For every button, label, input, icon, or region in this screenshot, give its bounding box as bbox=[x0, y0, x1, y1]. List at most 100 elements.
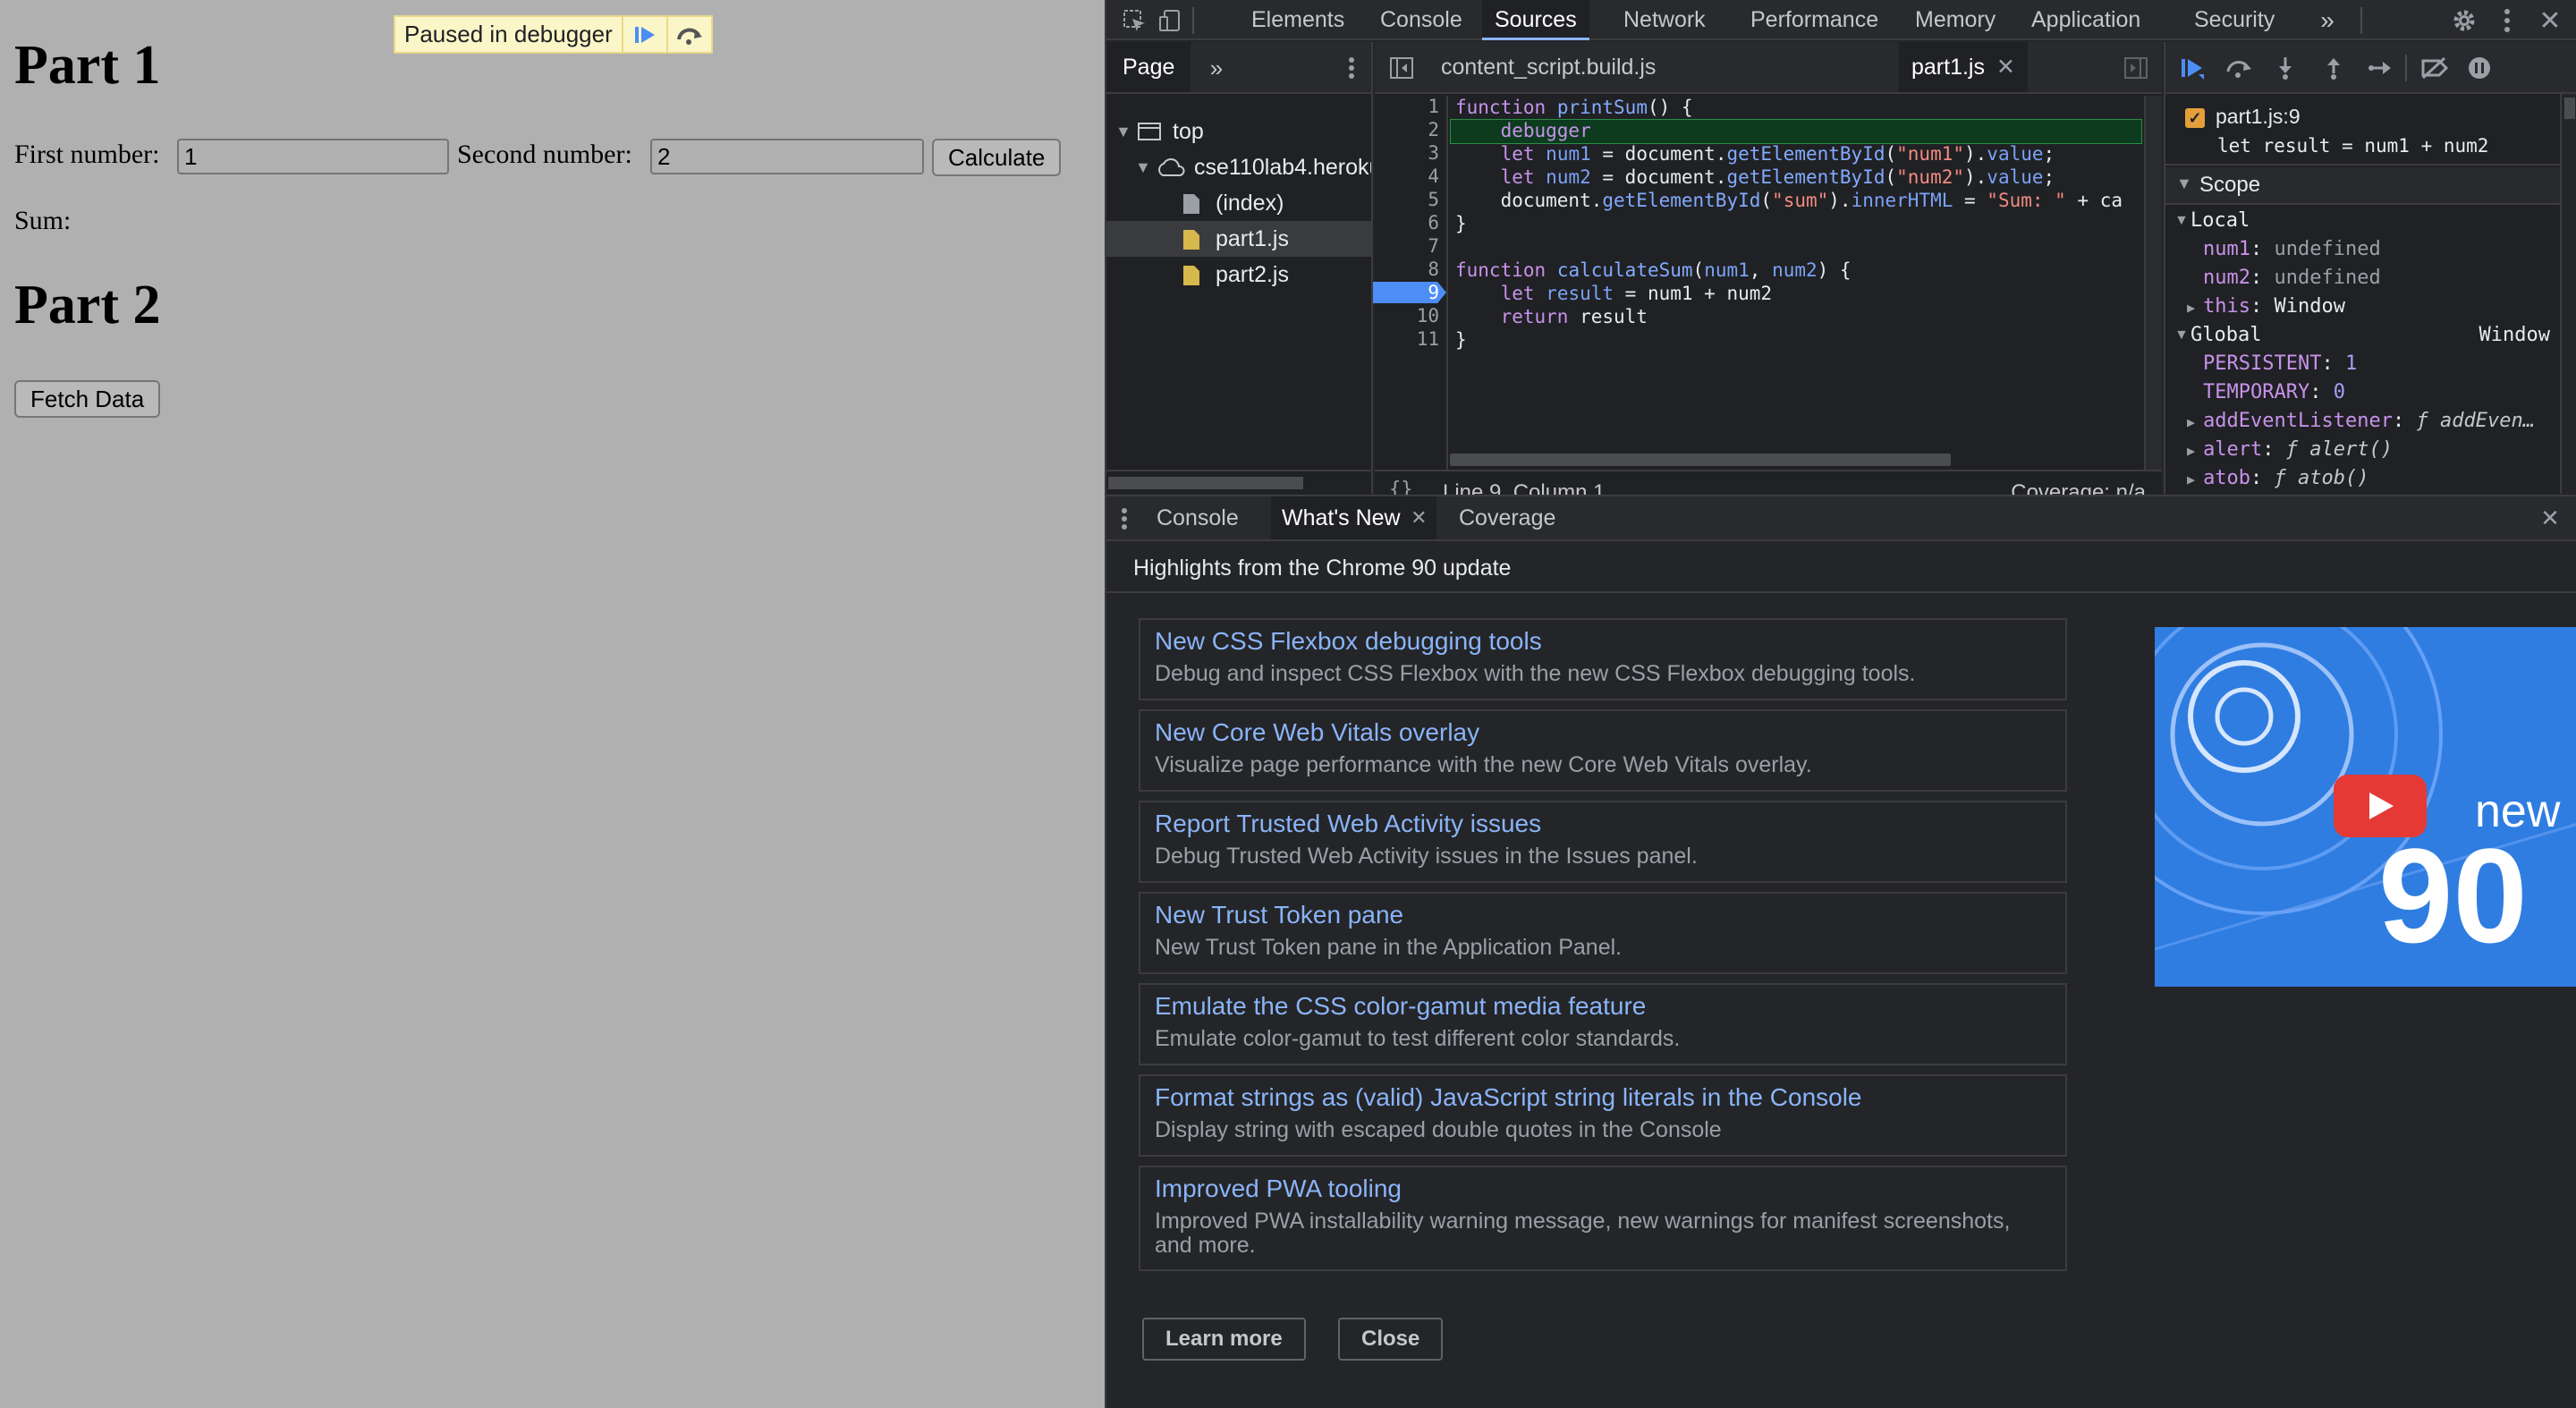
deactivate-breakpoints-icon[interactable] bbox=[2418, 55, 2452, 81]
step-over-button[interactable] bbox=[665, 17, 711, 52]
feature-card[interactable]: Emulate the CSS color-gamut media featur… bbox=[1139, 983, 2067, 1065]
calculate-button[interactable]: Calculate bbox=[932, 139, 1062, 176]
scrollbar-thumb[interactable] bbox=[2564, 98, 2575, 119]
line-number[interactable]: 7 bbox=[1385, 235, 1439, 257]
step-out-icon[interactable] bbox=[2319, 55, 2348, 81]
pause-on-exceptions-icon[interactable] bbox=[2464, 55, 2495, 81]
settings-gear-icon[interactable] bbox=[2448, 4, 2480, 37]
breakpoint-code: let result = num1 + num2 bbox=[2217, 135, 2489, 157]
line-number[interactable]: 11 bbox=[1385, 328, 1439, 350]
expand-arrow-icon: ▶ bbox=[2187, 300, 2204, 316]
chrome-90-video-thumbnail[interactable]: new 90 bbox=[2155, 627, 2576, 987]
drawer-menu-icon[interactable] bbox=[1115, 505, 1133, 532]
feature-title-link[interactable]: New Core Web Vitals overlay bbox=[1155, 718, 1479, 747]
tab-sources[interactable]: Sources bbox=[1482, 0, 1589, 40]
step-icon[interactable] bbox=[2366, 55, 2396, 81]
scope-variable-num2[interactable]: num2: undefined bbox=[2203, 264, 2381, 293]
line-number[interactable]: 6 bbox=[1385, 212, 1439, 233]
first-number-input[interactable] bbox=[177, 139, 449, 174]
close-button[interactable]: Close bbox=[1338, 1318, 1444, 1361]
tab-application[interactable]: Application bbox=[2019, 0, 2153, 40]
scope-variable-this[interactable]: ▶ this: Window bbox=[2187, 293, 2345, 321]
tab-page[interactable]: Page bbox=[1106, 42, 1191, 92]
resume-button[interactable] bbox=[621, 17, 666, 52]
scope-local-header[interactable]: ▼ Local bbox=[2165, 207, 2576, 235]
tab-network[interactable]: Network bbox=[1611, 0, 1718, 40]
close-devtools-icon[interactable]: ✕ bbox=[2534, 4, 2566, 37]
feature-card[interactable]: New Trust Token pane New Trust Token pan… bbox=[1139, 892, 2067, 974]
scrollbar-thumb[interactable] bbox=[1450, 454, 1951, 466]
close-drawer-icon[interactable]: ✕ bbox=[2536, 504, 2564, 532]
editor-horizontal-scrollbar[interactable] bbox=[1450, 450, 2142, 470]
editor-vertical-scrollbar[interactable] bbox=[2144, 96, 2162, 471]
drawer-tab-whats-new[interactable]: What's New ✕ bbox=[1271, 496, 1436, 539]
more-tabs-icon[interactable]: » bbox=[2312, 5, 2343, 36]
customize-menu-icon[interactable] bbox=[2496, 4, 2518, 37]
toggle-navigator-icon[interactable] bbox=[1387, 55, 1416, 81]
tree-item-top[interactable]: ▼ top bbox=[1106, 114, 1371, 149]
tree-item-domain[interactable]: ▼ cse110lab4.herokuapp.com bbox=[1106, 149, 1371, 185]
learn-more-button[interactable]: Learn more bbox=[1142, 1318, 1306, 1361]
feature-title-link[interactable]: Report Trusted Web Activity issues bbox=[1155, 810, 1541, 838]
tab-elements[interactable]: Elements bbox=[1239, 0, 1357, 40]
line-number[interactable]: 4 bbox=[1385, 165, 1439, 187]
line-number[interactable]: 3 bbox=[1385, 142, 1439, 164]
scope-section-header[interactable]: ▼ Scope bbox=[2165, 167, 2576, 205]
feature-title-link[interactable]: Emulate the CSS color-gamut media featur… bbox=[1155, 992, 1646, 1021]
feature-card[interactable]: New Core Web Vitals overlay Visualize pa… bbox=[1139, 709, 2067, 792]
editor-tab-content-script[interactable]: content_script.build.js bbox=[1428, 42, 1668, 92]
scrollbar-thumb[interactable] bbox=[1108, 477, 1303, 489]
drawer-tab-console[interactable]: Console bbox=[1146, 496, 1250, 539]
line-number[interactable]: 8 bbox=[1385, 259, 1439, 280]
inspect-element-icon[interactable] bbox=[1119, 5, 1149, 36]
step-over-icon[interactable] bbox=[2223, 55, 2255, 81]
scope-variable-temporary[interactable]: TEMPORARY: 0 bbox=[2203, 378, 2345, 407]
line-number[interactable]: 1 bbox=[1385, 96, 1439, 117]
breakpoint-checkbox[interactable]: ✓ bbox=[2185, 108, 2205, 128]
toggle-debugger-icon[interactable] bbox=[2121, 55, 2151, 81]
navigator-scrollbar[interactable] bbox=[1106, 470, 1371, 493]
feature-card[interactable]: Improved PWA tooling Improved PWA instal… bbox=[1139, 1166, 2067, 1271]
scope-global-header[interactable]: ▼ Global Window bbox=[2165, 321, 2550, 350]
feature-title-link[interactable]: New Trust Token pane bbox=[1155, 901, 1403, 929]
feature-card[interactable]: Format strings as (valid) JavaScript str… bbox=[1139, 1074, 2067, 1157]
feature-card[interactable]: New CSS Flexbox debugging tools Debug an… bbox=[1139, 618, 2067, 700]
line-number[interactable]: 5 bbox=[1385, 189, 1439, 210]
feature-description: Emulate color-gamut to test different co… bbox=[1155, 1026, 1681, 1051]
scope-variable-alert[interactable]: ▶ alert: ƒ alert() bbox=[2187, 436, 2393, 464]
drawer-tab-coverage[interactable]: Coverage bbox=[1448, 496, 1566, 539]
second-number-input[interactable] bbox=[650, 139, 924, 174]
source-code[interactable]: function printSum() { debugger let num1 … bbox=[1450, 96, 2142, 471]
close-tab-icon[interactable]: ✕ bbox=[1996, 42, 2015, 92]
feature-title-link[interactable]: New CSS Flexbox debugging tools bbox=[1155, 627, 1542, 656]
scope-title: Scope bbox=[2199, 173, 2261, 197]
fetch-data-button[interactable]: Fetch Data bbox=[14, 380, 161, 418]
scope-variable-addeventlistener[interactable]: ▶ addEventListener: ƒ addEven… bbox=[2187, 407, 2572, 436]
feature-title-link[interactable]: Format strings as (valid) JavaScript str… bbox=[1155, 1083, 1862, 1112]
tree-item-part1[interactable]: part1.js bbox=[1106, 221, 1371, 257]
line-number-gutter[interactable]: 1 2 3 4 5 6 7 8 9 10 11 bbox=[1373, 96, 1448, 471]
tab-console[interactable]: Console bbox=[1368, 0, 1475, 40]
close-tab-icon[interactable]: ✕ bbox=[1411, 496, 1427, 539]
navigator-menu-icon[interactable] bbox=[1341, 53, 1362, 83]
resume-execution-icon[interactable] bbox=[2176, 55, 2208, 81]
scope-variable-atob[interactable]: ▶ atob: ƒ atob() bbox=[2187, 464, 2369, 493]
tree-item-part2[interactable]: part2.js bbox=[1106, 257, 1371, 293]
scope-variable-num1[interactable]: num1: undefined bbox=[2203, 235, 2381, 264]
more-navigator-tabs-icon[interactable]: » bbox=[1203, 53, 1230, 83]
tree-item-index[interactable]: (index) bbox=[1106, 185, 1371, 221]
breakpoint-marker[interactable]: 9 bbox=[1373, 282, 1446, 303]
feature-card[interactable]: Report Trusted Web Activity issues Debug… bbox=[1139, 801, 2067, 883]
step-into-icon[interactable] bbox=[2271, 55, 2300, 81]
device-toolbar-icon[interactable] bbox=[1155, 5, 1185, 36]
scope-variable-persistent[interactable]: PERSISTENT: 1 bbox=[2203, 350, 2357, 378]
tab-performance[interactable]: Performance bbox=[1738, 0, 1891, 40]
tab-memory[interactable]: Memory bbox=[1902, 0, 2008, 40]
tab-security[interactable]: Security bbox=[2182, 0, 2287, 40]
line-number[interactable]: 10 bbox=[1385, 305, 1439, 327]
paused-breakpoint-entry[interactable]: ✓ part1.js:9 let result = num1 + num2 bbox=[2165, 94, 2576, 165]
feature-title-link[interactable]: Improved PWA tooling bbox=[1155, 1175, 1402, 1203]
editor-tab-part1[interactable]: part1.js ✕ bbox=[1899, 42, 2028, 92]
line-number[interactable]: 2 bbox=[1385, 119, 1439, 140]
sidebar-scrollbar[interactable] bbox=[2560, 94, 2576, 494]
